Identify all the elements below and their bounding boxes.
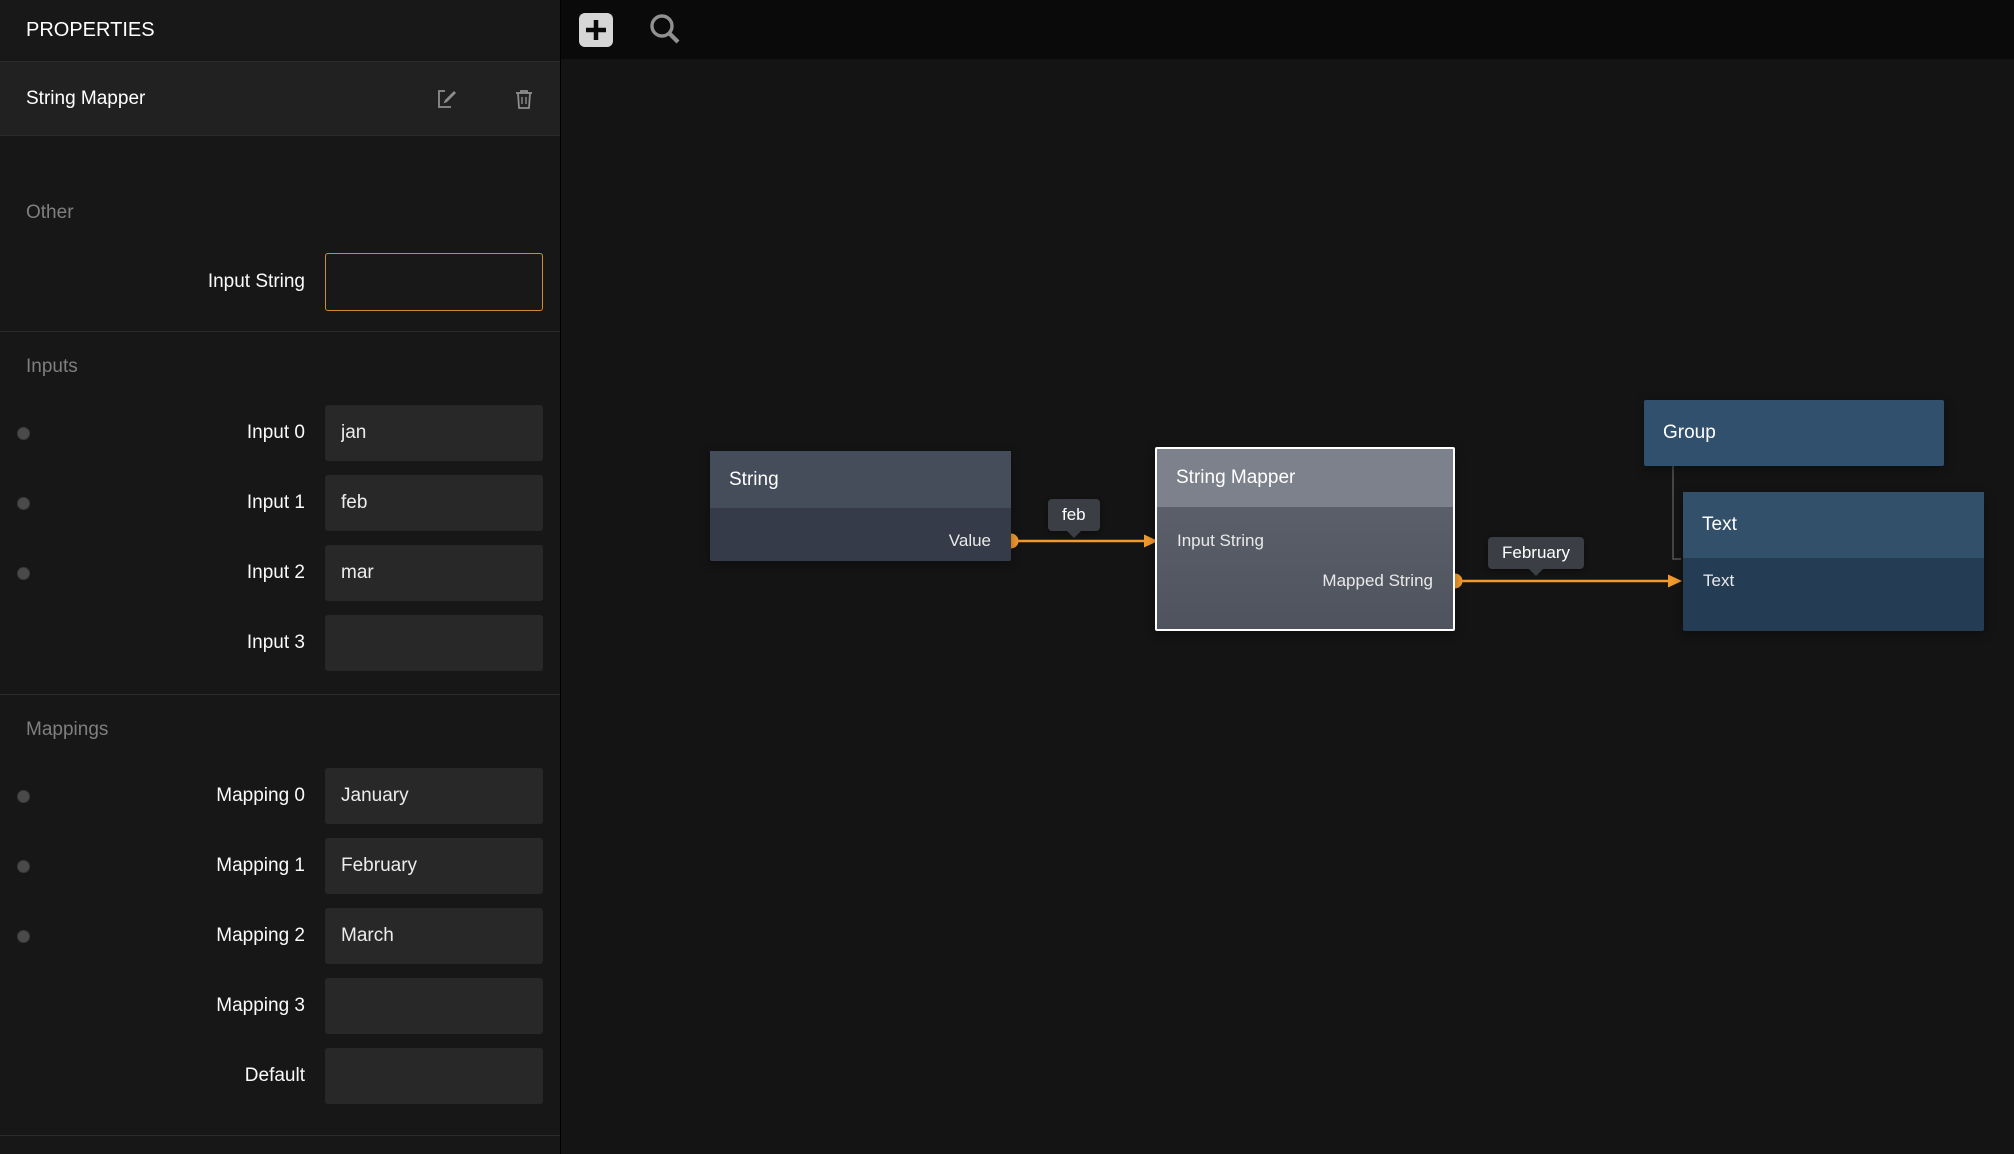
edge-value-label: February bbox=[1488, 537, 1584, 569]
property-label: Mapping 3 bbox=[46, 995, 305, 1017]
property-label: Mapping 0 bbox=[46, 785, 305, 807]
zoom-icon[interactable] bbox=[647, 12, 683, 48]
node-canvas[interactable]: String Value String Mapper Input String … bbox=[561, 59, 2014, 1154]
input-1-field[interactable] bbox=[325, 475, 543, 531]
mapping-0-field[interactable] bbox=[325, 768, 543, 824]
node-title[interactable]: Text bbox=[1683, 492, 1984, 558]
port-text[interactable]: Text bbox=[1683, 561, 1984, 601]
mapping-1-port-dot[interactable] bbox=[17, 860, 30, 873]
property-label: Input 2 bbox=[46, 562, 305, 584]
mapping-3-field[interactable] bbox=[325, 978, 543, 1034]
node-string[interactable]: String Value bbox=[710, 451, 1011, 561]
property-label: Default bbox=[46, 1065, 305, 1087]
property-row-input-2: Input 2 bbox=[0, 538, 560, 608]
input-0-port-dot[interactable] bbox=[17, 427, 30, 440]
property-label: Input 3 bbox=[46, 632, 305, 654]
default-field[interactable] bbox=[325, 1048, 543, 1104]
input-1-port-dot[interactable] bbox=[17, 497, 30, 510]
property-label: Input String bbox=[46, 271, 305, 293]
selected-node-name: String Mapper bbox=[26, 88, 145, 110]
property-row-input-string: Input String bbox=[0, 252, 560, 311]
panel-title: PROPERTIES bbox=[26, 19, 155, 42]
property-label: Mapping 1 bbox=[46, 855, 305, 877]
node-title[interactable]: String Mapper bbox=[1157, 449, 1453, 507]
property-row-input-3: Input 3 bbox=[0, 608, 560, 678]
editor-area: String Value String Mapper Input String … bbox=[561, 0, 2014, 1154]
app-window: PROPERTIES String Mapper bbox=[0, 0, 2014, 1154]
property-row-input-1: Input 1 bbox=[0, 468, 560, 538]
mapping-2-port-dot[interactable] bbox=[17, 930, 30, 943]
property-row-mapping-1: Mapping 1 bbox=[0, 831, 560, 901]
section-label-other: Other bbox=[26, 200, 560, 226]
property-label: Input 0 bbox=[46, 422, 305, 444]
divider bbox=[0, 1135, 560, 1136]
input-0-field[interactable] bbox=[325, 405, 543, 461]
property-row-input-0: Input 0 bbox=[0, 398, 560, 468]
edge-arrowhead bbox=[1668, 575, 1682, 588]
port-value[interactable]: Value bbox=[710, 521, 1011, 561]
divider bbox=[0, 694, 560, 695]
mapping-0-port-dot[interactable] bbox=[17, 790, 30, 803]
panel-header: PROPERTIES bbox=[0, 0, 560, 62]
input-2-field[interactable] bbox=[325, 545, 543, 601]
input-2-port-dot[interactable] bbox=[17, 567, 30, 580]
group-child-connector bbox=[1673, 466, 1681, 559]
add-node-icon[interactable] bbox=[577, 11, 615, 49]
property-row-mapping-0: Mapping 0 bbox=[0, 761, 560, 831]
divider bbox=[0, 331, 560, 332]
trash-icon[interactable] bbox=[514, 88, 534, 110]
edit-pencil-icon[interactable] bbox=[436, 88, 458, 110]
property-label: Input 1 bbox=[46, 492, 305, 514]
selected-node-row: String Mapper bbox=[0, 62, 560, 136]
node-title[interactable]: Group bbox=[1644, 400, 1944, 466]
property-row-mapping-3: Mapping 3 bbox=[0, 971, 560, 1041]
port-mapped-string[interactable]: Mapped String bbox=[1157, 561, 1453, 601]
input-3-field[interactable] bbox=[325, 615, 543, 671]
mapping-1-field[interactable] bbox=[325, 838, 543, 894]
port-input-string[interactable]: Input String bbox=[1157, 521, 1453, 561]
input-string-field[interactable] bbox=[325, 253, 543, 311]
node-group[interactable]: Group bbox=[1644, 400, 1944, 466]
node-text[interactable]: Text Text bbox=[1683, 492, 1984, 631]
canvas-toolbar bbox=[561, 0, 2014, 59]
mapping-2-field[interactable] bbox=[325, 908, 543, 964]
node-string-mapper[interactable]: String Mapper Input String Mapped String bbox=[1155, 447, 1455, 631]
property-label: Mapping 2 bbox=[46, 925, 305, 947]
section-label-inputs: Inputs bbox=[26, 354, 560, 380]
property-row-default: Default bbox=[0, 1041, 560, 1111]
section-label-mappings: Mappings bbox=[26, 717, 560, 743]
properties-panel: PROPERTIES String Mapper bbox=[0, 0, 561, 1154]
edge-value-label: feb bbox=[1048, 499, 1100, 531]
property-row-mapping-2: Mapping 2 bbox=[0, 901, 560, 971]
node-title[interactable]: String bbox=[710, 451, 1011, 508]
